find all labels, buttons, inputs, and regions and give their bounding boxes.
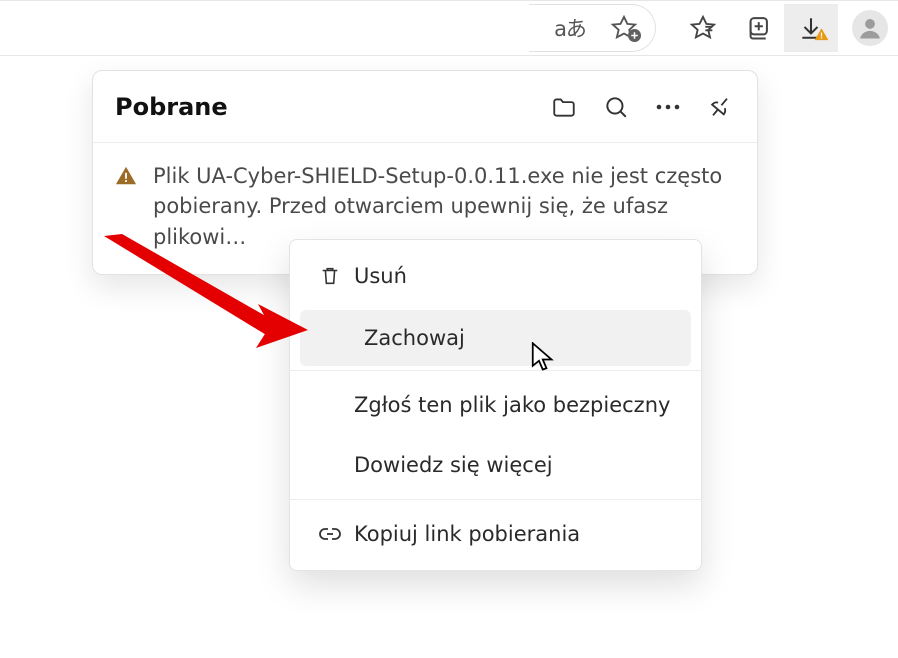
menu-separator <box>290 370 701 371</box>
menu-item-label: Usuń <box>354 264 407 288</box>
favorites-button[interactable] <box>676 4 730 52</box>
link-icon <box>306 522 354 546</box>
downloads-panel-title: Pobrane <box>115 93 549 121</box>
context-menu: Usuń Zachowaj Zgłoś ten plik jako bezpie… <box>289 239 702 571</box>
menu-delete[interactable]: Usuń <box>290 246 701 306</box>
collections-button[interactable] <box>730 4 784 52</box>
translate-button[interactable]: aあ <box>543 4 597 52</box>
warning-icon <box>115 165 137 252</box>
profile-avatar[interactable] <box>852 10 888 46</box>
warning-badge-icon <box>814 27 829 42</box>
add-favorite-button[interactable] <box>597 4 651 52</box>
menu-learn-more[interactable]: Dowiedz się więcej <box>290 435 701 495</box>
menu-report-safe[interactable]: Zgłoś ten plik jako bezpieczny <box>290 375 701 435</box>
menu-item-label: Zgłoś ten plik jako bezpieczny <box>354 393 670 417</box>
more-options-button[interactable] <box>653 92 683 122</box>
menu-separator <box>290 499 701 500</box>
menu-item-label: Kopiuj link pobierania <box>354 522 580 546</box>
trash-icon <box>306 265 354 287</box>
menu-item-label: Dowiedz się więcej <box>354 453 553 477</box>
menu-copy-link[interactable]: Kopiuj link pobierania <box>290 504 701 564</box>
open-folder-button[interactable] <box>549 92 579 122</box>
address-bar-right: aあ <box>529 4 656 52</box>
menu-item-label: Zachowaj <box>364 326 465 350</box>
downloads-panel-header: Pobrane <box>93 71 757 143</box>
menu-keep[interactable]: Zachowaj <box>300 310 691 366</box>
downloads-button[interactable] <box>784 4 838 52</box>
search-downloads-button[interactable] <box>601 92 631 122</box>
browser-toolbar: aあ <box>0 0 898 56</box>
pin-panel-button[interactable] <box>705 92 735 122</box>
